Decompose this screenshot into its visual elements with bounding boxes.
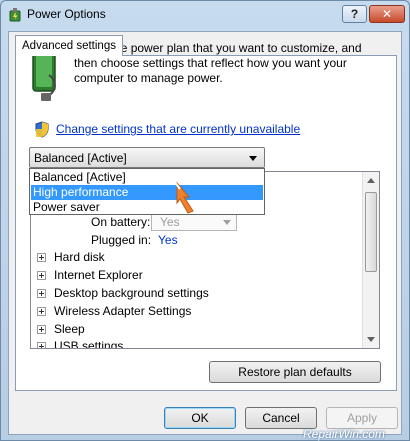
expand-icon[interactable] xyxy=(37,325,46,334)
scroll-down-arrow-icon[interactable] xyxy=(367,337,375,342)
window-title: Power Options xyxy=(27,7,106,21)
watermark: RepairWin.com xyxy=(303,427,385,441)
power-options-icon xyxy=(9,8,21,22)
plan-option-balanced[interactable]: Balanced [Active] xyxy=(31,170,263,185)
power-options-window: Power Options ? ✕ Advanced settings Sele… xyxy=(0,0,410,441)
power-plan-select[interactable]: Balanced [Active] xyxy=(29,147,265,168)
expand-icon[interactable] xyxy=(37,307,46,316)
apply-button[interactable]: Apply xyxy=(326,407,398,429)
tree-item-label: Sleep xyxy=(54,322,85,336)
change-settings-link[interactable]: Change settings that are currently unava… xyxy=(56,122,300,136)
chevron-down-icon xyxy=(249,156,257,161)
on-battery-label: On battery: xyxy=(91,215,151,229)
expand-icon[interactable] xyxy=(37,271,46,280)
tree-item-label: USB settings xyxy=(54,339,124,349)
on-battery-select[interactable]: Yes xyxy=(151,213,237,231)
ok-button[interactable]: OK xyxy=(164,407,236,429)
on-battery-value: Yes xyxy=(160,215,180,229)
vertical-scrollbar[interactable] xyxy=(362,172,379,348)
power-plan-dropdown-list: Balanced [Active] High performance Power… xyxy=(29,168,265,215)
plan-option-power-saver[interactable]: Power saver xyxy=(31,200,263,215)
close-button[interactable]: ✕ xyxy=(369,5,405,23)
uac-shield-icon xyxy=(35,121,49,138)
power-plan-selected: Balanced [Active] xyxy=(34,151,127,165)
title-bar[interactable]: Power Options ? ✕ xyxy=(1,1,409,29)
tree-item-label: Hard disk xyxy=(54,250,105,264)
plugged-in-value[interactable]: Yes xyxy=(158,233,178,247)
scrollbar-thumb[interactable] xyxy=(365,192,377,272)
help-button[interactable]: ? xyxy=(342,5,367,23)
restore-plan-defaults-button[interactable]: Restore plan defaults xyxy=(209,361,381,383)
expand-icon[interactable] xyxy=(37,289,46,298)
expand-icon[interactable] xyxy=(37,342,46,348)
mouse-pointer-arrow-icon xyxy=(173,180,194,214)
cancel-button[interactable]: Cancel xyxy=(245,407,317,429)
chevron-down-icon xyxy=(223,220,231,225)
tree-item-label: Wireless Adapter Settings xyxy=(54,304,192,318)
tree-item-label: Internet Explorer xyxy=(54,268,143,282)
scroll-up-arrow-icon[interactable] xyxy=(367,178,375,183)
expand-icon[interactable] xyxy=(37,253,46,262)
tab-advanced-settings[interactable]: Advanced settings xyxy=(15,35,123,56)
plan-option-high-performance[interactable]: High performance xyxy=(31,185,263,200)
tree-item-label: Desktop background settings xyxy=(54,286,209,300)
plugged-in-label: Plugged in: xyxy=(91,233,152,247)
